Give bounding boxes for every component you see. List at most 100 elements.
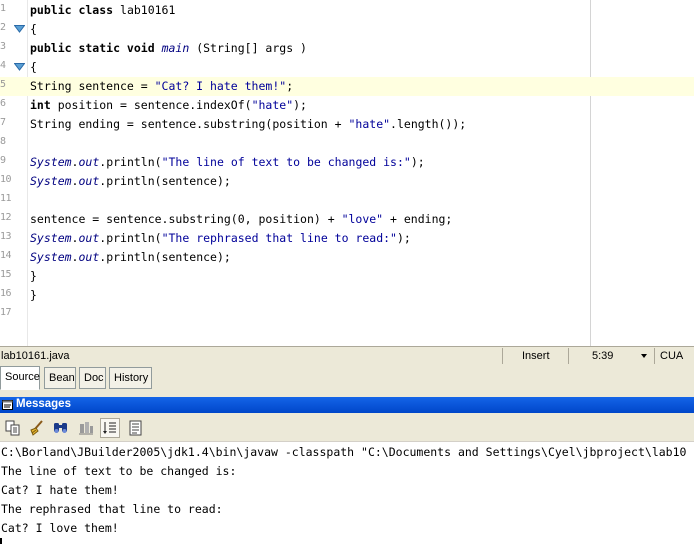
code-text: public static void main (String[] args ) xyxy=(30,41,307,55)
fold-toggle-icon[interactable] xyxy=(13,24,26,33)
code-token: "love" xyxy=(341,212,384,226)
code-line[interactable]: 1 public class lab10161 xyxy=(0,1,694,20)
code-text: String sentence = "Cat? I hate them!"; xyxy=(30,79,293,93)
cursor-position-label[interactable]: 5:39 xyxy=(592,349,613,364)
code-token: position = sentence.indexOf( xyxy=(50,98,252,112)
find-icon[interactable] xyxy=(51,418,71,438)
line-number: 6 xyxy=(0,98,6,109)
code-token: "hate" xyxy=(348,117,391,131)
sort-icon[interactable] xyxy=(100,418,120,438)
messages-title-bar: Messages xyxy=(0,397,694,413)
code-token: String sentence = xyxy=(30,79,155,93)
console-line: Cat? I hate them! xyxy=(1,483,119,497)
code-text: { xyxy=(30,22,37,36)
message-console[interactable]: C:\Borland\JBuilder2005\jdk1.4\bin\javaw… xyxy=(0,442,694,544)
code-token: .println( xyxy=(99,155,162,169)
code-line[interactable]: 17 xyxy=(0,305,694,324)
code-line[interactable]: 9 System.out.println("The line of text to… xyxy=(0,153,694,172)
console-line: Cat? I love them! xyxy=(1,521,119,535)
clear-icon[interactable] xyxy=(27,418,47,438)
code-token: } xyxy=(30,269,37,283)
code-text: System.out.println(sentence); xyxy=(30,174,231,188)
code-text: } xyxy=(30,288,37,302)
messages-title: Messages xyxy=(16,398,71,410)
code-editor[interactable]: 1 public class lab10161 2{3 public static v… xyxy=(0,0,694,346)
code-token: ); xyxy=(410,155,425,169)
line-number: 13 xyxy=(0,231,12,242)
code-token: ; xyxy=(286,79,294,93)
line-number: 2 xyxy=(0,22,6,33)
code-token: "Cat? I hate them!" xyxy=(154,79,287,93)
code-token: "The rephrased that line to read:" xyxy=(161,231,397,245)
chevron-down-icon[interactable] xyxy=(640,350,648,365)
code-token: System xyxy=(30,250,72,264)
code-token: .println(sentence); xyxy=(99,250,231,264)
code-token: ); xyxy=(396,231,411,245)
code-token: main xyxy=(161,41,190,55)
tab-source[interactable]: Source xyxy=(0,366,40,390)
code-line[interactable]: 12 sentence = sentence.substring(0, posit… xyxy=(0,210,694,229)
code-token: + ending; xyxy=(383,212,453,226)
line-number: 12 xyxy=(0,212,12,223)
tab-doc[interactable]: Doc xyxy=(79,367,106,389)
code-line[interactable]: 15} xyxy=(0,267,694,286)
line-number: 3 xyxy=(0,41,6,52)
code-line[interactable]: 13 System.out.println("The rephrased that… xyxy=(0,229,694,248)
code-token: { xyxy=(30,60,37,74)
line-number: 8 xyxy=(0,136,6,147)
console-line: C:\Borland\JBuilder2005\jdk1.4\bin\javaw… xyxy=(1,445,687,459)
code-line[interactable]: 16} xyxy=(0,286,694,305)
code-text: sentence = sentence.substring(0, positio… xyxy=(30,212,452,226)
code-line[interactable]: 6 int position = sentence.indexOf("hate")… xyxy=(0,96,694,115)
code-line[interactable]: 11 xyxy=(0,191,694,210)
code-token: } xyxy=(30,288,37,302)
line-number: 17 xyxy=(0,307,12,318)
keymap-label[interactable]: CUA xyxy=(660,349,683,364)
console-line: The rephrased that line to read: xyxy=(1,502,223,516)
code-text: System.out.println("The rephrased that l… xyxy=(30,231,411,245)
code-text: System.out.println(sentence); xyxy=(30,250,231,264)
code-text: System.out.println("The line of text to … xyxy=(30,155,425,169)
code-token: "The line of text to be changed is:" xyxy=(161,155,411,169)
line-number: 4 xyxy=(0,60,6,71)
line-number: 15 xyxy=(0,269,12,280)
code-token: public class xyxy=(30,3,121,17)
code-token: out xyxy=(78,174,100,188)
code-token: .println( xyxy=(99,231,162,245)
code-text: String ending = sentence.substring(posit… xyxy=(30,117,466,131)
code-line[interactable]: 2{ xyxy=(0,20,694,39)
code-token: .println(sentence); xyxy=(99,174,231,188)
line-number: 11 xyxy=(0,193,12,204)
code-token: lab10161 xyxy=(120,3,176,17)
tab-history[interactable]: History xyxy=(109,367,152,389)
messages-window-icon xyxy=(2,400,13,413)
line-number: 14 xyxy=(0,250,12,261)
editor-view-tabs: Source Bean Doc History xyxy=(0,365,694,391)
console-line: The line of text to be changed is: xyxy=(1,464,237,478)
code-token: .length()); xyxy=(390,117,467,131)
tab-bean[interactable]: Bean xyxy=(44,367,76,389)
status-divider xyxy=(502,348,503,364)
fold-toggle-icon[interactable] xyxy=(13,62,26,71)
insert-mode-label[interactable]: Insert xyxy=(522,349,550,364)
code-text: } xyxy=(30,269,37,283)
code-line[interactable]: 4{ xyxy=(0,58,694,77)
code-token: out xyxy=(78,250,100,264)
code-text: int position = sentence.indexOf("hate"); xyxy=(30,98,307,112)
code-line[interactable]: 7 String ending = sentence.substring(posi… xyxy=(0,115,694,134)
stop-icon[interactable] xyxy=(76,418,96,438)
copy-icon[interactable] xyxy=(3,418,23,438)
code-token: String ending = sentence.substring(posit… xyxy=(30,117,349,131)
code-line[interactable]: 14 System.out.println(sentence); xyxy=(0,248,694,267)
properties-icon[interactable] xyxy=(126,418,146,438)
code-line[interactable]: 8 xyxy=(0,134,694,153)
code-line[interactable]: 10 System.out.println(sentence); xyxy=(0,172,694,191)
status-divider xyxy=(568,348,569,364)
code-token: out xyxy=(78,155,100,169)
code-token: System xyxy=(30,155,72,169)
editor-status-bar: lab10161.java Insert 5:39 CUA xyxy=(0,346,694,365)
code-line[interactable]: 5 String sentence = "Cat? I hate them!"; xyxy=(0,77,694,96)
code-line[interactable]: 3 public static void main (String[] args … xyxy=(0,39,694,58)
code-token: System xyxy=(30,174,72,188)
code-token: "hate" xyxy=(251,98,294,112)
